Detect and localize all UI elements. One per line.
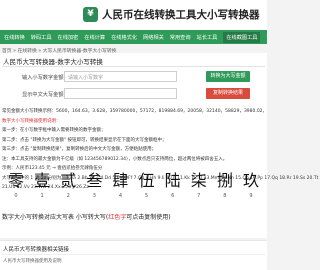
char-cell[interactable]: 玖9 (239, 170, 263, 210)
converter-card: 人民币大写转换器-数字大小写转换 输入小写数字金额： 请输入小写数字 转换为大写… (0, 53, 318, 238)
divider (2, 254, 265, 255)
page: ¥ 人民币在线转换工具大小写转换器 在线转换 转码工具 在线加密 在线计算 在线格式化网… (0, 0, 318, 270)
uppercase-char: 肆 (112, 171, 129, 190)
nav-item[interactable]: 在线排版 (266, 34, 267, 41)
mapping-title-text: 数字大小写转换对应大写表 小写转大写( (2, 214, 109, 221)
divider (2, 66, 265, 67)
logo[interactable]: ¥ 人民币在线转换工具大小写转换器 (83, 7, 260, 22)
digit-label: 4 (118, 193, 123, 199)
uppercase-char: 叁 (86, 171, 103, 190)
instruction-line: 第二步：点击 "转换为大写金额" 按钮即可，转换结果显示在下面的大写金额框中； (2, 137, 167, 143)
char-cell[interactable]: 壹1 (30, 170, 54, 210)
digit-label: 7 (197, 193, 201, 199)
result-label: 显示中文大写金额： (22, 92, 69, 98)
yuan-logo-icon: ¥ (83, 7, 98, 22)
uppercase-char: 零 (7, 171, 24, 190)
instruction-line: 注：本工具支持的最大金额为千亿级（如 123456789012.34），小数点后… (2, 156, 228, 162)
nav-item[interactable]: 网络相关 (143, 34, 164, 41)
nav-item[interactable]: 常用查询 (170, 34, 191, 41)
nav-item[interactable]: 在线加密 (58, 34, 79, 41)
uppercase-char: 柒 (190, 171, 207, 190)
nav-item[interactable]: 站长工具 (197, 34, 218, 41)
digit-label: 5 (144, 193, 149, 199)
digit-label: 0 (14, 193, 18, 199)
main-nav: 在线转换转码工具在线加密在线计算在线格式化网络相关常用查询站长工具在线截图工具在… (0, 30, 267, 44)
digit-label: 1 (40, 193, 44, 199)
site-header: ¥ 人民币在线转换工具大小写转换器 (0, 0, 267, 30)
char-cell[interactable]: 零0 (4, 170, 28, 210)
nav-item[interactable]: 在线截图工具 (223, 31, 261, 43)
footer-panel: 人民币大写转换器相关链接 人民币大写转换器使用及说明 (0, 240, 267, 270)
char-cell[interactable]: 叁3 (82, 170, 106, 210)
digit-label: 2 (66, 193, 70, 199)
uppercase-char: 贰 (60, 171, 77, 190)
digit-label: 6 (171, 193, 175, 199)
nav-item[interactable]: 在线格式化 (111, 34, 137, 41)
uppercase-char: 陆 (164, 171, 181, 190)
char-cell[interactable]: 柒7 (187, 170, 211, 210)
instruction-line: 第一步：在小写数字框中输入需要转换的数字金额； (2, 128, 106, 133)
digit-label: 9 (249, 193, 253, 199)
nav-item[interactable]: 在线转换 (4, 34, 25, 41)
instruction-line: 第三步：点击 "复制转换结果"，复制转换后的中文大写金额，方便粘贴使用； (2, 147, 157, 152)
digit-label: 3 (92, 193, 96, 199)
nav-item[interactable]: 在线计算 (84, 34, 105, 41)
mapping-title-suffix: 可点击复制使用) (126, 214, 171, 221)
uppercase-char: 捌 (216, 171, 233, 190)
footer-title: 人民币大写转换器相关链接 (3, 247, 70, 253)
mapping-title-red: 红色字 (108, 214, 127, 221)
uppercase-char: 伍 (138, 171, 155, 190)
footer-link[interactable]: 人民币大写转换器使用及说明 (3, 258, 62, 264)
amount-label: 输入小写数字金额： (22, 75, 69, 81)
uppercase-char: 玖 (242, 171, 259, 190)
char-cell[interactable]: 肆4 (108, 170, 132, 210)
uppercase-char: 壹 (34, 171, 51, 190)
mapping-table-title: 数字大小写转换对应大写表 小写转大写(红色字可点击复制使用) (2, 212, 171, 221)
char-cell[interactable]: 伍5 (135, 170, 159, 210)
char-cell[interactable]: 陆6 (161, 170, 185, 210)
instruction-line: 常见金额大小写转换示例：5600，164.63，3.628，359780000，… (2, 109, 268, 114)
instruction-line: 数字大小写转换器使用说明： (2, 118, 61, 124)
char-cell[interactable]: 捌8 (213, 170, 237, 210)
result-field[interactable] (64, 88, 177, 99)
digit-label: 8 (223, 193, 227, 199)
site-title: 人民币在线转换工具大小写转换器 (102, 9, 260, 21)
card-title: 人民币大写转换器-数字大小写转换 (3, 58, 103, 66)
nav-item[interactable]: 转码工具 (31, 34, 52, 41)
amount-input[interactable]: 请输入小写数字 (64, 71, 177, 82)
uppercase-chars: 零0壹1贰2叁3肆4伍5陆6柒7捌8玖9 (0, 170, 267, 210)
char-cell[interactable]: 贰2 (56, 170, 80, 210)
to-upper-button[interactable]: 转换为大写金额 (206, 71, 250, 82)
copy-result-button[interactable]: 复制转换结果 (206, 88, 250, 99)
